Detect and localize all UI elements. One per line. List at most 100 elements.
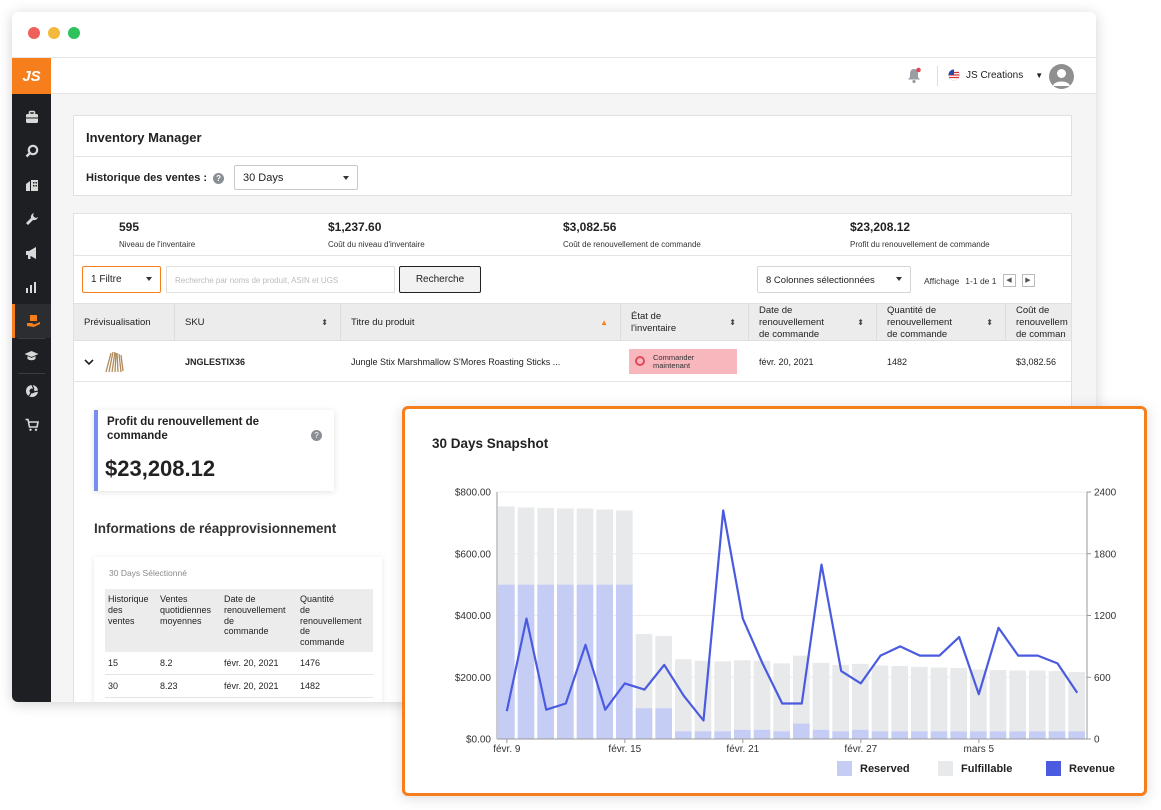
order-now-line: maintenant (653, 360, 691, 370)
close-window-button[interactable] (28, 27, 40, 39)
row-title[interactable]: Jungle Stix Marshmallow S'Mores Roasting… (351, 341, 560, 382)
legend-fulfillable[interactable]: Fulfillable (938, 761, 1012, 776)
stat-inventory-cost: $1,237.60 Coût du niveau d'inventaire (328, 220, 425, 249)
app-logo[interactable]: JS (12, 58, 51, 94)
header-divider (74, 156, 1071, 157)
bar-fulfillable (537, 507, 554, 585)
order-now-badge[interactable]: Commander maintenant (629, 349, 737, 374)
snapshot-chart: $0.00 $200.00 $400.00 $600.00 $800.00 0 600 120… (455, 488, 1117, 756)
filter-dropdown[interactable]: 1 Filtre (82, 266, 161, 293)
col-state[interactable]: État de l'inventaire ⬍ (621, 304, 749, 342)
help-icon[interactable]: ? (213, 172, 225, 184)
profit-card-value: $23,208.12 (105, 456, 216, 481)
pagination: Affichage 1-1 de 1 ◀ ▶ (924, 274, 1035, 287)
bar-fulfillable (989, 670, 1007, 732)
expand-row-button[interactable] (84, 341, 94, 382)
legend-swatch (938, 761, 953, 776)
bar-fulfillable (1048, 671, 1066, 732)
store-selector[interactable]: JS Creations ▼ (948, 69, 1043, 81)
prev-page-button[interactable]: ◀ (1002, 274, 1016, 287)
bar-reserved (1029, 731, 1046, 739)
table-row: 15 8.2 févr. 20, 2021 1476 (105, 651, 373, 675)
bar-fulfillable (576, 508, 594, 585)
stat-label: Coût de renouvellement de commande (563, 240, 701, 249)
sort-icon: ⬍ (857, 318, 864, 327)
sidebar-item-tools[interactable] (12, 202, 51, 236)
stat-label: Coût du niveau d'inventaire (328, 240, 425, 249)
stat-reorder-cost: $3,082.56 Coût de renouvellement de comm… (563, 220, 701, 249)
sidebar-item-marketing[interactable] (12, 236, 51, 270)
header-line: commande (299, 637, 345, 648)
bar-fulfillable (517, 507, 535, 585)
bar-reserved (793, 723, 810, 739)
header-line: quotidiennes (159, 604, 212, 615)
next-page-button[interactable]: ▶ (1021, 274, 1035, 287)
aperture-icon (25, 384, 38, 397)
chevron-down-icon (896, 277, 902, 281)
col-sku[interactable]: SKU ⬍ (175, 304, 341, 342)
restock-col-history: Historique des ventes (105, 589, 157, 652)
sort-icon: ⬍ (321, 318, 328, 327)
search-button[interactable]: Recherche (399, 266, 481, 293)
y-right-tick-label: 2400 (1094, 488, 1117, 499)
search-input[interactable]: Recherche par noms de produit, ASIN et U… (166, 266, 395, 293)
history-select[interactable]: 30 Days (234, 165, 358, 190)
table-row[interactable]: JNGLESTIX36 Jungle Stix Marshmallow S'Mo… (74, 341, 1071, 382)
search-icon (25, 144, 38, 158)
col-sku-label: SKU (185, 317, 205, 329)
table-cell: 15 (105, 651, 157, 675)
legend-revenue[interactable]: Revenue (1046, 761, 1115, 776)
bar-fulfillable (871, 665, 889, 732)
col-reorder-cost[interactable]: Coût de renouvellem de comman (1006, 304, 1086, 342)
columns-dropdown[interactable]: 8 Colonnes sélectionnées (757, 266, 911, 293)
y-right-tick-label: 1800 (1094, 549, 1117, 560)
user-icon (1053, 69, 1070, 86)
notifications-bell[interactable] (906, 67, 922, 89)
sidebar-item-extension[interactable] (12, 374, 51, 408)
col-qty-line: renouvellement (887, 317, 952, 329)
col-reorder-qty[interactable]: Quantité de renouvellement de commande ⬍ (877, 304, 1006, 342)
maximize-window-button[interactable] (68, 27, 80, 39)
y-right-tick-label: 1200 (1094, 611, 1117, 622)
stat-reorder-profit: $23,208.12 Profit du renouvellement de c… (850, 220, 990, 249)
order-now-label: Commander maintenant (653, 354, 694, 369)
bar-fulfillable (753, 660, 771, 730)
bar-fulfillable (616, 510, 633, 585)
bar-reserved (537, 584, 554, 739)
legend-label: Fulfillable (961, 762, 1013, 775)
bar-reserved (616, 584, 633, 739)
header-line: renouvellement (299, 615, 362, 626)
store-name: JS Creations (966, 69, 1024, 81)
sidebar-item-suppliers[interactable] (12, 168, 51, 202)
restock-table: Historique des ventes Ventes quotidiennes mo… (105, 589, 373, 698)
inventory-hand-icon (26, 315, 40, 327)
col-cost-line: Coût de (1016, 305, 1050, 317)
header-line: Quantité (299, 594, 334, 604)
avatar[interactable] (1049, 64, 1074, 89)
restock-col-daily-sales: Ventes quotidiennes moyennes (156, 589, 221, 652)
help-icon[interactable]: ? (311, 430, 322, 441)
legend-reserved[interactable]: Reserved (837, 761, 910, 776)
bar-reserved (714, 731, 731, 739)
restock-col-date: Date de renouvellement de commande (220, 589, 297, 652)
sidebar-item-academy[interactable] (12, 339, 51, 373)
sidebar-item-products[interactable] (12, 100, 51, 134)
bar-reserved (930, 731, 948, 739)
col-date-line: de commande (759, 328, 820, 340)
minimize-window-button[interactable] (48, 27, 60, 39)
chevron-down-icon: ▼ (1035, 70, 1044, 80)
x-tick-label: févr. 9 (493, 744, 521, 755)
bar-fulfillable (911, 666, 928, 732)
col-title[interactable]: Titre du produit ▲ (341, 304, 621, 342)
header-line: des (108, 604, 123, 615)
bar-chart-icon (25, 282, 36, 293)
sidebar-item-cart[interactable] (12, 408, 51, 442)
sidebar-item-research[interactable] (12, 134, 51, 168)
sidebar-item-inventory[interactable] (12, 304, 51, 338)
col-reorder-date[interactable]: Date de renouvellement de commande ⬍ (749, 304, 877, 342)
sort-asc-icon: ▲ (600, 318, 608, 327)
sidebar-item-analytics[interactable] (12, 270, 51, 304)
legend-label: Revenue (1069, 762, 1115, 775)
col-preview[interactable]: Prévisualisation (74, 304, 175, 342)
display-range: 1-1 de 1 (965, 275, 997, 286)
